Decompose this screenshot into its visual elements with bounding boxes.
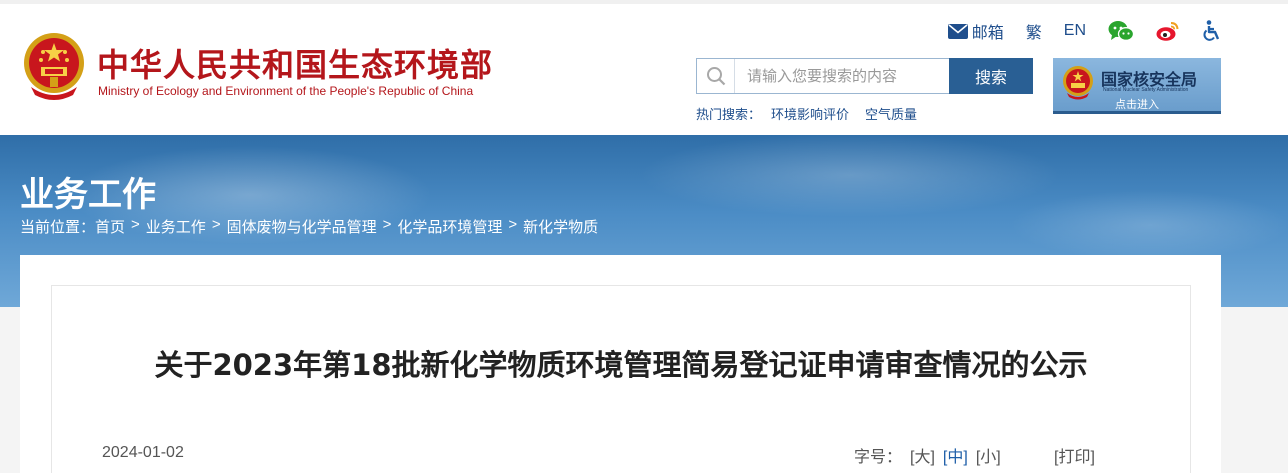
breadcrumb-business-work[interactable]: 业务工作 [146, 216, 206, 237]
mail-link[interactable]: 邮箱 [947, 19, 1004, 43]
mail-label: 邮箱 [971, 25, 1004, 42]
hot-search-link-air-quality[interactable]: 空气质量 [865, 104, 917, 123]
article: 关于2023年第18批新化学物质环境管理简易登记证申请审查情况的公示 2024-… [51, 285, 1191, 473]
font-size-label: 字号： [854, 449, 903, 466]
breadcrumb-chemical-management[interactable]: 化学品环境管理 [397, 216, 502, 237]
article-title: 关于2023年第18批新化学物质环境管理简易登记证申请审查情况的公示 [154, 348, 1088, 382]
nnsa-subtitle: National Nuclear Safety Administration [1103, 87, 1189, 93]
traditional-chinese-link[interactable]: 繁 [1026, 19, 1042, 43]
hot-search: 热门搜索： 环境影响评价 空气质量 [696, 104, 933, 123]
weibo-link[interactable] [1156, 20, 1180, 42]
article-date: 2024-01-02 [102, 444, 184, 461]
hot-search-link-eia[interactable]: 环境影响评价 [771, 104, 849, 123]
site-title[interactable]: 中华人民共和国生态环境部 [97, 40, 493, 86]
english-link[interactable]: EN [1064, 22, 1086, 40]
weibo-icon [1156, 22, 1179, 41]
breadcrumb-separator: > [382, 216, 392, 233]
search-input[interactable] [735, 59, 949, 93]
site-subtitle[interactable]: Ministry of Ecology and Environment of t… [98, 84, 473, 98]
accessibility-link[interactable] [1202, 20, 1222, 42]
breadcrumb-separator: > [211, 216, 221, 233]
wechat-link[interactable] [1108, 20, 1134, 42]
font-size-medium[interactable]: [中] [943, 443, 968, 467]
font-size-small[interactable]: [小] [976, 443, 1001, 467]
breadcrumb-separator: > [508, 216, 518, 233]
font-size-control: 字号： [大] [中] [小] [854, 443, 1001, 467]
wechat-icon [1108, 21, 1134, 41]
nnsa-enter-label: 点击进入 [1115, 99, 1159, 111]
breadcrumb-home[interactable]: 首页 [95, 216, 125, 237]
top-links: 邮箱 繁 EN [926, 18, 1222, 44]
search-box [696, 58, 949, 94]
mail-icon [947, 23, 968, 39]
section-title: 业务工作 [20, 175, 156, 215]
national-emblem-icon[interactable] [21, 31, 87, 103]
breadcrumb-label: 当前位置： [20, 219, 96, 236]
breadcrumb-new-chemical-substances[interactable]: 新化学物质 [523, 216, 598, 237]
site-header: 中华人民共和国生态环境部 Ministry of Ecology and Env… [0, 0, 1288, 135]
breadcrumb-solid-waste-chemicals[interactable]: 固体废物与化学品管理 [227, 216, 377, 237]
search-icon [697, 59, 735, 93]
print-button[interactable]: [打印] [1054, 443, 1095, 467]
breadcrumb: 当前位置： 首页 > 业务工作 > 固体废物与化学品管理 > 化学品环境管理 >… [20, 216, 598, 237]
accessibility-icon [1203, 20, 1220, 41]
nnsa-banner-link[interactable]: 国家核安全局 National Nuclear Safety Administr… [1053, 58, 1221, 114]
font-size-large[interactable]: [大] [910, 443, 935, 467]
hot-search-label: 热门搜索： [696, 107, 762, 122]
search-button[interactable]: 搜索 [949, 58, 1033, 94]
site-search: 搜索 [696, 58, 1033, 94]
breadcrumb-separator: > [131, 216, 140, 233]
